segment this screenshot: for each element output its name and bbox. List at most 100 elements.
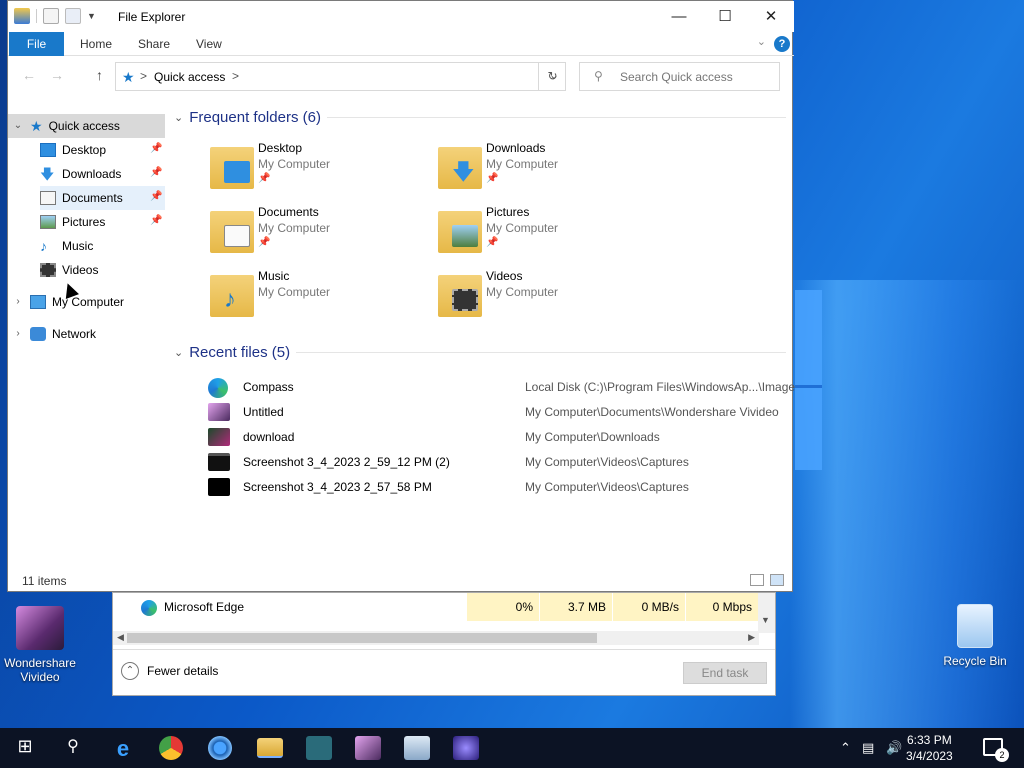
breadcrumb-separator[interactable]: > — [232, 69, 239, 83]
large-icons-view-icon[interactable] — [770, 574, 784, 586]
desktop-icon-vivideo[interactable]: Wondershare Vivideo — [0, 606, 80, 684]
collapse-arrow-icon[interactable]: ⌄ — [12, 114, 24, 138]
sidebar-item-my-computer[interactable]: › My Computer — [12, 290, 165, 314]
help-button[interactable]: ? — [774, 36, 790, 52]
internet-explorer-icon[interactable]: e — [110, 736, 136, 761]
file-explorer-taskbar-icon[interactable] — [257, 738, 283, 758]
folder-tile-desktop[interactable]: Desktop My Computer 📌 — [210, 141, 430, 201]
sidebar-item-quick-access[interactable]: ⌄ ★ Quick access — [8, 114, 165, 138]
process-row[interactable]: Microsoft Edge 0% 3.7 MB 0 MB/s 0 Mbps — [113, 593, 777, 621]
breadcrumb-location[interactable]: Quick access — [154, 70, 225, 84]
fewer-details-button[interactable]: ⌃ Fewer details — [121, 662, 218, 680]
tab-share[interactable]: Share — [126, 32, 182, 56]
forward-button[interactable]: → — [50, 67, 64, 83]
item-count: 11 items — [22, 574, 67, 588]
chromium-icon[interactable] — [208, 736, 232, 760]
sidebar-item-desktop[interactable]: Desktop — [40, 138, 165, 162]
chrome-icon[interactable] — [159, 736, 183, 760]
maximize-button[interactable]: ☐ — [702, 1, 748, 32]
vivideo-icon — [208, 403, 230, 421]
breadcrumb-separator: > — [140, 69, 148, 83]
address-bar[interactable]: ★ > Quick access > ⌄ — [115, 62, 566, 91]
search-icon[interactable]: ⚲ — [60, 736, 86, 760]
expand-ribbon-icon[interactable]: ⌄ — [757, 35, 766, 48]
network-tray-icon[interactable]: ▤ — [862, 740, 874, 756]
search-icon: ⚲ — [594, 69, 603, 83]
scroll-left-icon[interactable]: ◀ — [117, 632, 124, 643]
sidebar-item-label: Pictures — [62, 215, 106, 229]
title-bar[interactable]: ▼ File Explorer — ☐ ✕ — [8, 1, 794, 32]
sidebar-item-downloads[interactable]: 🡇 Downloads — [40, 162, 165, 186]
folder-icon — [438, 211, 482, 253]
folder-tile-music[interactable]: ♪ Music My Computer — [210, 269, 430, 329]
sidebar-item-pictures[interactable]: Pictures — [40, 210, 165, 234]
tab-view[interactable]: View — [184, 32, 234, 56]
document-icon — [224, 225, 250, 247]
horizontal-scrollbar[interactable]: ◀ ▶ — [113, 631, 759, 645]
file-name: Untitled — [243, 405, 284, 419]
frequent-folders-header[interactable]: ⌄ Frequent folders (6) — [174, 104, 786, 130]
minimize-button[interactable]: — — [656, 1, 702, 32]
recent-files-header[interactable]: ⌄ Recent files (5) — [174, 339, 786, 365]
chevron-up-icon: ⌃ — [121, 662, 139, 680]
folder-icon: ♪ — [210, 275, 254, 317]
desktop-icon-recycle-bin[interactable]: Recycle Bin — [935, 604, 1015, 668]
new-folder-icon[interactable] — [65, 8, 81, 24]
list-item[interactable]: Compass Local Disk (C:)\Program Files\Wi… — [208, 374, 798, 399]
customize-toolbar-icon[interactable]: ▼ — [87, 11, 96, 21]
list-item[interactable]: download My Computer\Downloads — [208, 424, 798, 449]
sidebar-item-videos[interactable]: Videos — [40, 258, 165, 282]
folder-icon — [210, 211, 254, 253]
back-button[interactable]: ← — [22, 67, 36, 83]
list-item[interactable]: Screenshot 3_4_2023 2_57_58 PM My Comput… — [208, 474, 798, 499]
divider — [36, 9, 37, 23]
sidebar-item-music[interactable]: ♪ Music — [40, 234, 165, 258]
volume-icon[interactable]: 🔊 — [886, 740, 902, 756]
details-view-icon[interactable] — [750, 574, 764, 586]
quick-access-toolbar: ▼ — [14, 8, 96, 24]
desktop-icon-label: Wondershare Vivideo — [4, 656, 76, 684]
sidebar-item-documents[interactable]: Documents — [40, 186, 165, 210]
start-button[interactable]: ⊞ — [12, 736, 38, 760]
tab-file[interactable]: File — [9, 32, 64, 56]
refresh-button[interactable]: ↻ — [538, 62, 566, 91]
up-button[interactable]: ↑ — [96, 67, 103, 83]
vertical-scrollbar[interactable]: ▼ — [758, 593, 775, 633]
notification-icon[interactable]: 2 — [983, 738, 1009, 762]
photos-taskbar-icon[interactable] — [404, 736, 430, 760]
expand-arrow-icon[interactable]: › — [12, 290, 24, 314]
properties-icon[interactable] — [43, 8, 59, 24]
notification-count: 2 — [995, 748, 1009, 762]
scroll-right-icon[interactable]: ▶ — [748, 632, 755, 643]
chevron-up-icon[interactable]: ⌃ — [840, 740, 851, 756]
list-item[interactable]: Untitled My Computer\Documents\Wondersha… — [208, 399, 798, 424]
folder-tile-pictures[interactable]: Pictures My Computer 📌 — [438, 205, 658, 265]
sidebar-item-network[interactable]: › Network — [12, 322, 165, 346]
close-button[interactable]: ✕ — [748, 1, 794, 32]
folder-tile-downloads[interactable]: 🡇 Downloads My Computer 📌 — [438, 141, 658, 201]
wallpaper-window-divider — [795, 385, 822, 388]
picture-icon — [452, 225, 478, 247]
chevron-down-icon[interactable]: ▼ — [761, 615, 770, 625]
expand-arrow-icon[interactable]: › — [12, 322, 24, 346]
scroll-thumb[interactable] — [127, 633, 597, 643]
tab-home[interactable]: Home — [68, 32, 124, 56]
list-item[interactable]: Screenshot 3_4_2023 2_59_12 PM (2) My Co… — [208, 449, 798, 474]
search-input[interactable]: ⚲ Search Quick access — [579, 62, 780, 91]
video-icon — [40, 263, 56, 277]
network-cell: 0 Mbps — [686, 593, 758, 621]
task-manager-taskbar-icon[interactable] — [453, 736, 479, 760]
system-clock[interactable]: 6:33 PM 3/4/2023 — [906, 732, 953, 764]
picture-icon — [40, 215, 56, 229]
chevron-down-icon: ⌄ — [174, 111, 184, 124]
folder-tile-documents[interactable]: Documents My Computer 📌 — [210, 205, 430, 265]
folder-name: Documents — [258, 205, 319, 219]
search-placeholder: Search Quick access — [620, 70, 733, 84]
vivideo-taskbar-icon[interactable] — [355, 736, 381, 760]
end-task-button[interactable]: End task — [683, 662, 767, 684]
network-icon — [30, 327, 46, 341]
app-taskbar-icon[interactable] — [306, 736, 332, 760]
image-thumb-icon — [208, 428, 230, 446]
folder-tile-videos[interactable]: Videos My Computer — [438, 269, 658, 329]
folder-location: My Computer — [258, 285, 331, 299]
